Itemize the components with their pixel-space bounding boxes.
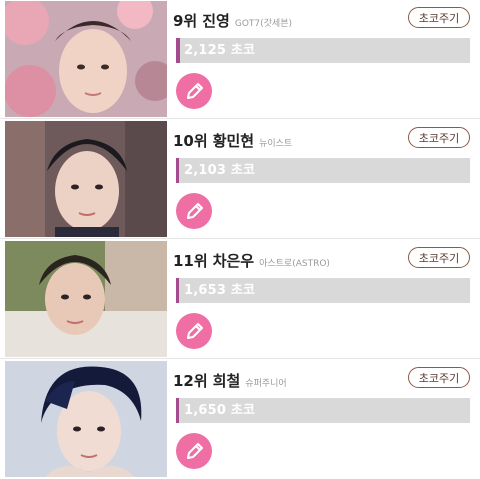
artist-title: 11위 차은우 아스트로(ASTRO) bbox=[173, 250, 330, 272]
artist-photo[interactable] bbox=[5, 241, 167, 357]
rank-label: 9위 bbox=[173, 12, 198, 30]
choco-amount: 1,653 초코 bbox=[184, 283, 256, 298]
rank-label: 11위 bbox=[173, 252, 208, 270]
artist-title: 10위 황민현 뉴이스트 bbox=[173, 130, 292, 152]
artist-name: 희철 bbox=[212, 372, 241, 390]
choco-amount: 1,650 초코 bbox=[184, 403, 256, 418]
progress-fill bbox=[176, 158, 180, 183]
pencil-icon[interactable] bbox=[176, 433, 212, 469]
give-choco-button[interactable]: 초코주기 bbox=[408, 247, 470, 268]
progress-fill bbox=[176, 398, 179, 423]
pencil-icon[interactable] bbox=[176, 313, 212, 349]
artist-title: 12위 희철 슈퍼주니어 bbox=[173, 370, 287, 392]
choco-amount: 2,125 초코 bbox=[184, 43, 256, 58]
choco-progress-bar: 1,653 초코 bbox=[176, 278, 470, 303]
rank-label: 10위 bbox=[173, 132, 208, 150]
ranking-row: 12위 희철 슈퍼주니어 초코주기 1,650 초코 bbox=[0, 360, 480, 479]
progress-fill bbox=[176, 278, 179, 303]
ranking-list: 9위 진영 GOT7(갓세븐) 초코주기 2,125 초코 10위 황민현 뉴이… bbox=[0, 0, 480, 479]
artist-name: 차은우 bbox=[212, 252, 255, 270]
artist-name: 진영 bbox=[202, 12, 230, 30]
choco-progress-bar: 2,125 초코 bbox=[176, 38, 470, 63]
ranking-row: 10위 황민현 뉴이스트 초코주기 2,103 초코 bbox=[0, 120, 480, 239]
give-choco-button[interactable]: 초코주기 bbox=[408, 7, 470, 28]
artist-name: 황민현 bbox=[212, 132, 255, 150]
choco-amount: 2,103 초코 bbox=[184, 163, 256, 178]
group-name: 아스트로(ASTRO) bbox=[259, 259, 330, 269]
artist-photo[interactable] bbox=[5, 361, 167, 477]
choco-progress-bar: 1,650 초코 bbox=[176, 398, 470, 423]
artist-photo[interactable] bbox=[5, 121, 167, 237]
artist-photo[interactable] bbox=[5, 1, 167, 117]
group-name: 슈퍼주니어 bbox=[245, 379, 287, 389]
group-name: GOT7(갓세븐) bbox=[234, 19, 293, 29]
choco-progress-bar: 2,103 초코 bbox=[176, 158, 470, 183]
pencil-icon[interactable] bbox=[176, 193, 212, 229]
give-choco-button[interactable]: 초코주기 bbox=[408, 367, 470, 388]
pencil-icon[interactable] bbox=[176, 73, 212, 109]
group-name: 뉴이스트 bbox=[259, 139, 293, 149]
artist-title: 9위 진영 GOT7(갓세븐) bbox=[173, 10, 292, 32]
give-choco-button[interactable]: 초코주기 bbox=[408, 127, 470, 148]
ranking-row: 9위 진영 GOT7(갓세븐) 초코주기 2,125 초코 bbox=[0, 0, 480, 119]
ranking-row: 11위 차은우 아스트로(ASTRO) 초코주기 1,653 초코 bbox=[0, 240, 480, 359]
rank-label: 12위 bbox=[173, 372, 208, 390]
progress-fill bbox=[176, 38, 180, 63]
